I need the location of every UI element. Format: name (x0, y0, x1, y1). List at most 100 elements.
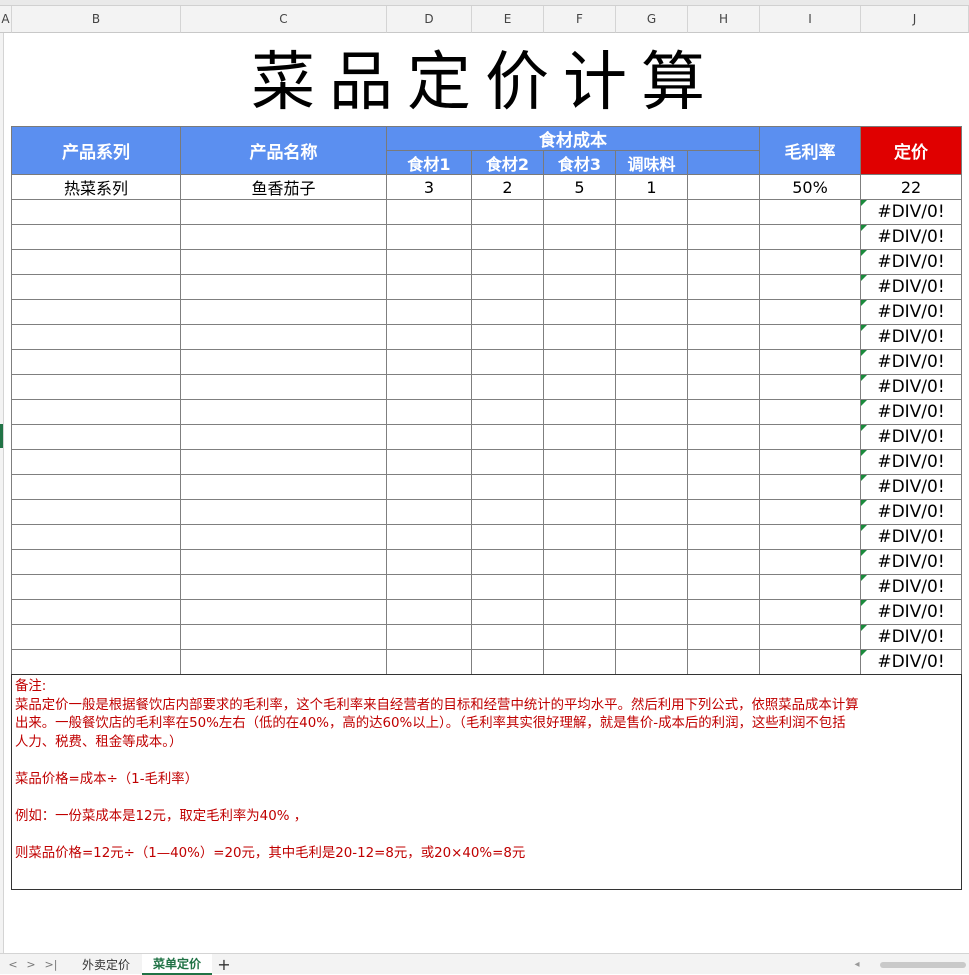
cell-cost-3[interactable] (544, 300, 616, 325)
cell-cost-1[interactable] (387, 525, 472, 550)
cell-cost-1[interactable] (387, 625, 472, 650)
col-header-g[interactable]: G (616, 6, 688, 33)
cell-margin[interactable] (760, 400, 861, 425)
cell-cost-1[interactable] (387, 475, 472, 500)
cell-price[interactable]: #DIV/0! (861, 475, 962, 500)
cell-series[interactable] (11, 350, 181, 375)
cell-price[interactable]: #DIV/0! (861, 500, 962, 525)
cell-cost-seasoning[interactable] (616, 350, 688, 375)
cell-cost-3[interactable] (544, 600, 616, 625)
cell-series[interactable] (11, 275, 181, 300)
header-cost-2[interactable]: 食材2 (472, 151, 544, 175)
cell-name[interactable] (181, 650, 387, 675)
cell-name[interactable] (181, 375, 387, 400)
cell-price[interactable]: 22 (861, 175, 962, 200)
cell-series[interactable] (11, 550, 181, 575)
cell-cost-5[interactable] (688, 600, 760, 625)
cell-cost-5[interactable] (688, 650, 760, 675)
cell-name[interactable] (181, 425, 387, 450)
cell-name[interactable] (181, 450, 387, 475)
cell-price[interactable]: #DIV/0! (861, 225, 962, 250)
cell-price[interactable]: #DIV/0! (861, 300, 962, 325)
sheet-title[interactable]: 菜品定价计算 (180, 38, 790, 120)
cell-name[interactable] (181, 525, 387, 550)
cell-cost-seasoning[interactable] (616, 525, 688, 550)
col-header-d[interactable]: D (387, 6, 472, 33)
next-sheet-button[interactable]: > (24, 957, 38, 971)
cell-cost-3[interactable] (544, 650, 616, 675)
cell-name[interactable] (181, 500, 387, 525)
cell-name[interactable] (181, 400, 387, 425)
cell-cost-2[interactable] (472, 225, 544, 250)
cell-cost-1[interactable] (387, 200, 472, 225)
header-price[interactable]: 定价 (861, 126, 962, 175)
cell-cost-5[interactable] (688, 525, 760, 550)
cell-cost-seasoning[interactable] (616, 375, 688, 400)
cell-cost-2[interactable] (472, 575, 544, 600)
cell-margin[interactable] (760, 450, 861, 475)
col-header-e[interactable]: E (472, 6, 544, 33)
cell-name[interactable] (181, 550, 387, 575)
cell-cost-5[interactable] (688, 250, 760, 275)
cell-cost-5[interactable] (688, 350, 760, 375)
tab-takeout-pricing[interactable]: 外卖定价 (72, 954, 140, 975)
cell-series[interactable] (11, 500, 181, 525)
cell-margin[interactable] (760, 575, 861, 600)
cell-cost-1[interactable] (387, 575, 472, 600)
cell-margin[interactable] (760, 600, 861, 625)
cell-series[interactable] (11, 400, 181, 425)
cell-series[interactable] (11, 225, 181, 250)
tab-menu-pricing[interactable]: 菜单定价 (142, 954, 212, 975)
cell-cost-3[interactable] (544, 500, 616, 525)
header-series[interactable]: 产品系列 (11, 126, 181, 175)
cell-cost-seasoning[interactable] (616, 450, 688, 475)
cell-cost-seasoning[interactable] (616, 475, 688, 500)
cell-margin[interactable] (760, 550, 861, 575)
cell-cost-2[interactable] (472, 500, 544, 525)
cell-cost-5[interactable] (688, 625, 760, 650)
cell-cost-seasoning[interactable] (616, 550, 688, 575)
cell-margin[interactable] (760, 500, 861, 525)
cell-margin[interactable] (760, 325, 861, 350)
cell-name[interactable] (181, 250, 387, 275)
cell-cost-seasoning[interactable] (616, 600, 688, 625)
cell-price[interactable]: #DIV/0! (861, 450, 962, 475)
cell-cost-3[interactable] (544, 450, 616, 475)
cell-cost-5[interactable] (688, 325, 760, 350)
cell-series[interactable] (11, 375, 181, 400)
cell-cost-3[interactable] (544, 225, 616, 250)
cell-cost-1[interactable] (387, 375, 472, 400)
cell-series[interactable] (11, 625, 181, 650)
cell-name[interactable] (181, 200, 387, 225)
cell-cost-5[interactable] (688, 375, 760, 400)
col-header-j[interactable]: J (861, 6, 969, 33)
cell-price[interactable]: #DIV/0! (861, 275, 962, 300)
cell-cost-5[interactable] (688, 200, 760, 225)
cell-name[interactable] (181, 300, 387, 325)
cell-series[interactable] (11, 325, 181, 350)
cell-margin[interactable] (760, 275, 861, 300)
cell-price[interactable]: #DIV/0! (861, 200, 962, 225)
cell-price[interactable]: #DIV/0! (861, 350, 962, 375)
cell-cost-5[interactable] (688, 400, 760, 425)
cell-price[interactable]: #DIV/0! (861, 325, 962, 350)
cell-price[interactable]: #DIV/0! (861, 550, 962, 575)
cell-cost-1[interactable] (387, 300, 472, 325)
cell-cost-1[interactable] (387, 425, 472, 450)
cell-cost-1[interactable] (387, 225, 472, 250)
cell-price[interactable]: #DIV/0! (861, 650, 962, 675)
header-name[interactable]: 产品名称 (181, 126, 387, 175)
cell-series[interactable] (11, 450, 181, 475)
cell-price[interactable]: #DIV/0! (861, 250, 962, 275)
cell-cost-5[interactable] (688, 225, 760, 250)
cell-cost-seasoning[interactable] (616, 650, 688, 675)
cell-cost-2[interactable] (472, 400, 544, 425)
cell-margin[interactable] (760, 425, 861, 450)
cell-cost-2[interactable] (472, 325, 544, 350)
cell-margin[interactable] (760, 475, 861, 500)
cell-name[interactable] (181, 600, 387, 625)
cell-cost-1[interactable] (387, 500, 472, 525)
cell-name[interactable] (181, 475, 387, 500)
cell-price[interactable]: #DIV/0! (861, 600, 962, 625)
horizontal-scrollbar[interactable] (880, 962, 966, 968)
